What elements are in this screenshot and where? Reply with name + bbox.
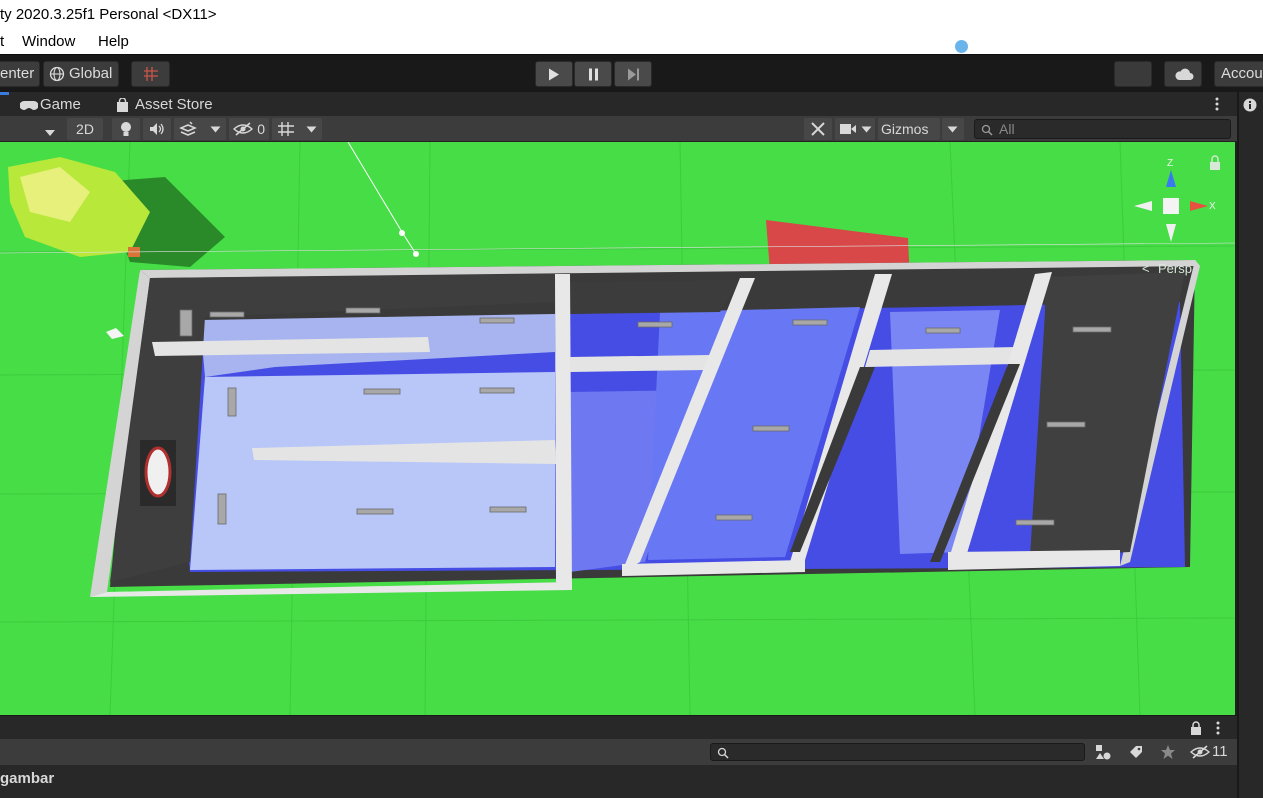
2d-label: 2D — [76, 121, 94, 137]
interior-wall — [555, 274, 572, 590]
hidden-objects-button[interactable]: 0 — [229, 118, 269, 140]
cloud-button[interactable] — [1164, 61, 1202, 87]
gizmos-dropdown[interactable] — [942, 118, 964, 140]
tools-button[interactable] — [804, 118, 832, 140]
search-icon — [717, 747, 729, 759]
menu-item-window[interactable]: Window — [22, 33, 75, 50]
project-folder-list: gambar — [0, 765, 1237, 798]
view-tab-strip: Game Asset Store — [0, 92, 1237, 116]
hidden-objects-count: 0 — [257, 121, 265, 137]
step-icon — [628, 68, 639, 81]
snap-grid-button[interactable] — [131, 61, 170, 87]
play-icon — [549, 68, 559, 81]
menu-bar: t Window Help — [0, 30, 1263, 54]
gizmo-axis-label: X — [1209, 201, 1216, 212]
collab-button[interactable] — [1114, 61, 1152, 87]
pause-icon — [589, 68, 598, 81]
eye-hidden-icon — [233, 122, 253, 136]
wrench-icon — [811, 122, 825, 136]
filter-by-type-icon[interactable] — [1095, 744, 1111, 760]
active-tab-indicator — [0, 92, 9, 95]
tab-game-label: Game — [40, 96, 81, 113]
room-floor-lower — [190, 372, 555, 570]
menu-item-help[interactable]: Help — [98, 33, 129, 50]
camera-handle[interactable] — [413, 251, 419, 257]
account-button[interactable]: Accou — [1214, 61, 1263, 87]
lighting-toggle-button[interactable] — [112, 118, 140, 140]
poster-emblem — [144, 446, 172, 498]
hidden-packages-toggle[interactable]: 11 — [1190, 743, 1228, 760]
scene-search-input[interactable]: All — [974, 119, 1231, 139]
account-label: Accou — [1221, 65, 1263, 82]
inspector-collapsed-strip — [1237, 92, 1263, 798]
project-toolbar: 11 — [0, 739, 1237, 765]
shopping-bag-icon — [117, 98, 128, 112]
space-label: Global — [69, 65, 113, 82]
pause-button[interactable] — [574, 61, 612, 87]
info-icon[interactable] — [1243, 98, 1257, 112]
chevron-left-icon: < — [1142, 261, 1150, 276]
draw-mode-dropdown[interactable] — [44, 124, 56, 142]
step-button[interactable] — [614, 61, 652, 87]
2d-toggle-button[interactable]: 2D — [67, 118, 103, 140]
main-toolbar: enter Global Accou — [0, 54, 1263, 92]
more-vertical-icon[interactable] — [1213, 720, 1223, 736]
light-bulb-icon — [121, 122, 131, 136]
filter-by-label-icon[interactable] — [1128, 744, 1144, 760]
bottom-panel-header — [0, 715, 1237, 739]
video-camera-icon — [840, 124, 856, 134]
chevron-down-icon — [210, 126, 221, 133]
tab-game[interactable]: Game — [20, 94, 81, 116]
wall-inner-top — [570, 280, 740, 314]
tab-asset-store[interactable]: Asset Store — [116, 94, 213, 116]
scene-toolbar: 2D 0 Gizmos All — [0, 116, 1237, 142]
star-icon[interactable] — [1160, 744, 1176, 760]
grid-icon — [278, 122, 294, 136]
chevron-down-icon — [861, 126, 872, 133]
grid-snap-icon — [144, 67, 158, 81]
menu-item-edit[interactable]: t — [0, 33, 4, 50]
interior-wall — [865, 347, 1020, 367]
globe-icon — [49, 66, 65, 82]
hidden-packages-count: 11 — [1212, 743, 1228, 760]
projection-label[interactable]: Persp — [1158, 261, 1192, 276]
scene-viewport[interactable]: Z X Persp < — [0, 142, 1235, 715]
project-search-input[interactable] — [710, 743, 1085, 761]
cloud-icon — [1175, 68, 1194, 80]
eye-hidden-icon — [1190, 745, 1210, 759]
effects-toggle-button[interactable] — [174, 118, 226, 140]
search-placeholder: All — [999, 121, 1015, 137]
chevron-down-icon — [306, 126, 317, 133]
notification-dot — [955, 40, 968, 53]
interior-wall — [570, 355, 710, 372]
camera-settings-button[interactable] — [835, 118, 875, 140]
scene-render[interactable]: Z X Persp < — [0, 142, 1235, 715]
camera-handle[interactable] — [399, 230, 405, 236]
play-button[interactable] — [535, 61, 573, 87]
search-icon — [981, 124, 993, 136]
grid-settings-button[interactable] — [272, 118, 322, 140]
gamepad-icon — [20, 101, 38, 110]
window-titlebar: ty 2020.3.25f1 Personal <DX11> — [0, 0, 1263, 30]
audio-toggle-button[interactable] — [143, 118, 171, 140]
gizmos-label: Gizmos — [881, 121, 929, 137]
effects-layers-icon — [179, 121, 197, 136]
gizmo-axis-label: Z — [1167, 158, 1173, 169]
more-vertical-icon — [1215, 97, 1219, 111]
tab-asset-store-label: Asset Store — [135, 96, 213, 113]
pivot-label: enter — [0, 65, 35, 82]
gizmos-button[interactable]: Gizmos — [878, 118, 940, 140]
window-title: ty 2020.3.25f1 Personal <DX11> — [0, 6, 217, 23]
space-toggle-button[interactable]: Global — [43, 61, 119, 87]
tab-menu-button[interactable] — [1212, 96, 1222, 112]
speaker-icon — [150, 123, 164, 135]
folder-item-gambar[interactable]: gambar — [0, 770, 54, 787]
pivot-toggle-button[interactable]: enter — [0, 61, 40, 87]
chevron-down-icon — [947, 126, 958, 133]
chevron-down-icon — [45, 130, 55, 136]
lock-icon[interactable] — [1190, 721, 1202, 735]
